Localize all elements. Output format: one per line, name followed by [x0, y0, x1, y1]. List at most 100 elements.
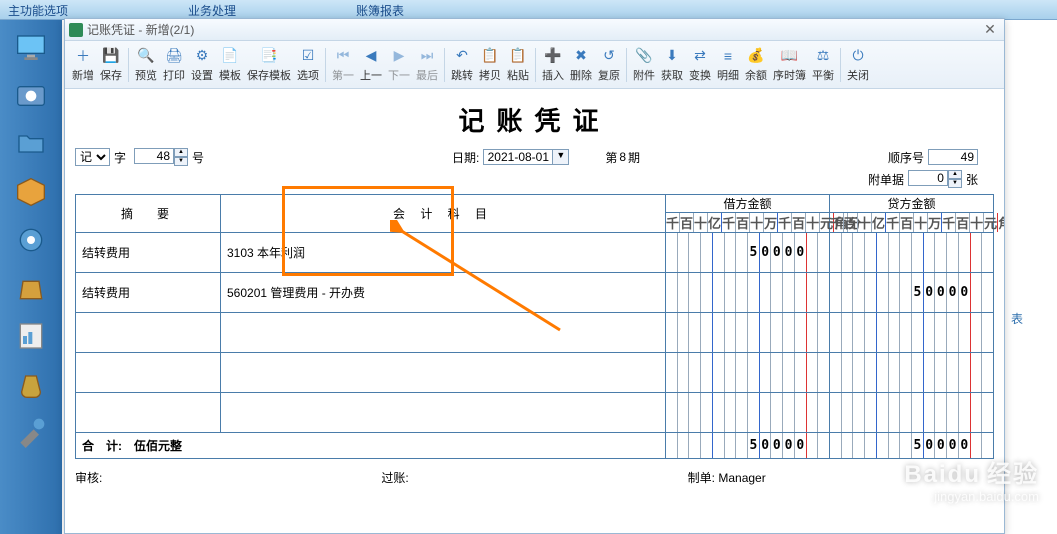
tb-setup-button[interactable]: ⚙设置 — [188, 45, 216, 85]
sidebar-money-icon[interactable] — [13, 78, 49, 114]
sidebar-monitor-icon[interactable] — [13, 30, 49, 66]
voucher-type-select[interactable]: 记 — [75, 148, 110, 166]
tb-seq-button[interactable]: 📖序时簿 — [770, 45, 809, 85]
tb-preview-button[interactable]: 🔍预览 — [132, 45, 160, 85]
account-cell[interactable]: 560201 管理费用 - 开办费 — [221, 280, 665, 305]
sidebar-box-icon[interactable] — [13, 174, 49, 210]
col-credit-header: 贷方金额 — [830, 195, 994, 213]
tb-insert-button[interactable]: ➕插入 — [539, 45, 567, 85]
savetpl-icon: 📑 — [260, 47, 278, 65]
tb-attach-button[interactable]: 📎附件 — [630, 45, 658, 85]
credit-cell[interactable]: 50000 — [830, 273, 994, 313]
del-icon: ✖ — [572, 47, 590, 65]
tb-tpl-button[interactable]: 📄模板 — [216, 45, 244, 85]
first-icon: ⏮ — [334, 47, 352, 65]
attach-icon: 📎 — [635, 47, 653, 65]
credit-cell[interactable] — [830, 353, 994, 393]
tb-next-button: ▶下一 — [385, 45, 413, 85]
tb-jump-button[interactable]: ↶跳转 — [448, 45, 476, 85]
close-icon[interactable]: ✕ — [980, 21, 1000, 38]
restore-icon: ↺ — [600, 47, 618, 65]
sidebar-bag-icon[interactable] — [13, 270, 49, 306]
account-cell[interactable] — [221, 409, 665, 417]
seq-icon: 📖 — [781, 47, 799, 65]
voucher-no-input[interactable]: ▲▼ — [134, 148, 188, 166]
change-icon: ⇄ — [691, 47, 709, 65]
account-cell[interactable] — [221, 369, 665, 377]
credit-cell[interactable] — [830, 313, 994, 353]
app-icon — [69, 23, 83, 37]
paste-icon: 📋 — [509, 47, 527, 65]
preview-icon: 🔍 — [137, 47, 155, 65]
no-suffix: 号 — [192, 149, 204, 166]
tb-copy-button[interactable]: 📋拷贝 — [476, 45, 504, 85]
main-tab[interactable]: 主功能选项 — [8, 2, 68, 17]
debit-cell[interactable] — [666, 393, 830, 433]
sidebar-settings-icon[interactable] — [13, 222, 49, 258]
tb-detail-button[interactable]: ≡明细 — [714, 45, 742, 85]
summary-cell[interactable] — [76, 369, 220, 377]
tb-del-button[interactable]: ✖删除 — [567, 45, 595, 85]
att-label: 附单据 — [868, 171, 904, 188]
tb-close-button[interactable]: ⏻关闭 — [844, 45, 872, 85]
tb-trial-button[interactable]: ⚖平衡 — [809, 45, 837, 85]
tb-change-button[interactable]: ⇄变换 — [686, 45, 714, 85]
post-label: 过账: — [381, 469, 687, 486]
col-summary-header: 摘 要 — [76, 195, 221, 233]
debit-cell[interactable]: 50000 — [666, 233, 830, 273]
total-debit: 50000 — [666, 433, 830, 459]
tb-option-button[interactable]: ☑选项 — [294, 45, 322, 85]
tb-savetpl-button[interactable]: 📑保存模板 — [244, 45, 294, 85]
credit-cell[interactable] — [830, 393, 994, 433]
tb-save-button[interactable]: 💾保存 — [97, 45, 125, 85]
insert-icon: ➕ — [544, 47, 562, 65]
date-input[interactable] — [483, 149, 553, 165]
summary-cell[interactable]: 结转费用 — [76, 280, 220, 305]
table-row[interactable] — [76, 393, 994, 433]
credit-cell[interactable] — [830, 233, 994, 273]
seq-input[interactable] — [928, 149, 978, 165]
print-icon: 🖨 — [165, 47, 183, 65]
table-row[interactable]: 结转费用3103 本年利润50000 — [76, 233, 994, 273]
seq-label: 顺序号 — [888, 149, 924, 166]
col-debit-header: 借方金额 — [666, 195, 830, 213]
sidebar-moneybag-icon[interactable] — [13, 366, 49, 402]
tb-balance-button[interactable]: 💰余额 — [742, 45, 770, 85]
prev-icon: ◀ — [362, 47, 380, 65]
main-tab[interactable]: 业务处理 — [188, 2, 236, 17]
debit-cell[interactable] — [666, 273, 830, 313]
type-suffix: 字 — [114, 149, 126, 166]
tb-paste-button[interactable]: 📋粘贴 — [504, 45, 532, 85]
sidebar-tools-icon[interactable] — [13, 414, 49, 450]
summary-cell[interactable] — [76, 329, 220, 337]
summary-cell[interactable] — [76, 409, 220, 417]
trial-icon: ⚖ — [814, 47, 832, 65]
credit-digit-header: 千百十亿千百十万千百十元角分 — [830, 213, 994, 233]
sidebar-report-icon[interactable] — [13, 318, 49, 354]
total-credit: 50000 — [830, 433, 994, 459]
setup-icon: ⚙ — [193, 47, 211, 65]
debit-cell[interactable] — [666, 313, 830, 353]
dialog-title: 记账凭证 - 新增(2/1) — [87, 21, 194, 38]
tb-restore-button[interactable]: ↺复原 — [595, 45, 623, 85]
next-icon: ▶ — [390, 47, 408, 65]
table-row[interactable] — [76, 313, 994, 353]
option-icon: ☑ — [299, 47, 317, 65]
summary-cell[interactable]: 结转费用 — [76, 240, 220, 265]
save-icon: 💾 — [102, 47, 120, 65]
account-cell[interactable] — [221, 329, 665, 337]
main-tab[interactable]: 账簿报表 — [356, 2, 404, 17]
titlebar: 记账凭证 - 新增(2/1) ✕ — [65, 19, 1004, 41]
table-row[interactable] — [76, 353, 994, 393]
tb-fetch-button[interactable]: ⬇获取 — [658, 45, 686, 85]
tb-prev-button[interactable]: ◀上一 — [357, 45, 385, 85]
date-drop-icon[interactable]: ▼ — [553, 149, 569, 165]
detail-icon: ≡ — [719, 47, 737, 65]
tb-new-button[interactable]: ＋新增 — [69, 45, 97, 85]
account-cell[interactable]: 3103 本年利润 — [221, 240, 665, 265]
sidebar-folder-icon[interactable] — [13, 126, 49, 162]
debit-cell[interactable] — [666, 353, 830, 393]
table-row[interactable]: 结转费用560201 管理费用 - 开办费 50000 — [76, 273, 994, 313]
tb-print-button[interactable]: 🖨打印 — [160, 45, 188, 85]
att-input[interactable]: ▲▼ — [908, 170, 962, 188]
